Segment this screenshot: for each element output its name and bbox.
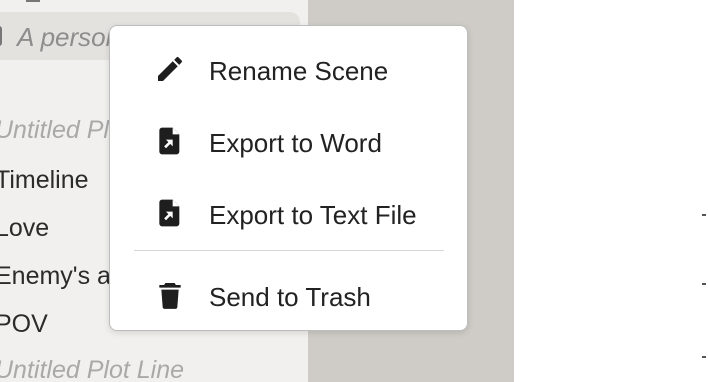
rename-scene-label: Rename Scene — [209, 56, 389, 86]
plot-line-item[interactable]: POV — [0, 310, 48, 339]
file-export-icon — [159, 199, 180, 227]
rename-scene-menu-item[interactable]: Rename Scene — [110, 40, 467, 100]
document-icon — [0, 26, 2, 46]
file-export-icon — [159, 127, 180, 155]
export-word-label: Export to Word — [209, 128, 382, 158]
plot-line-item[interactable]: Untitled Plot Line — [0, 356, 184, 382]
pencil-icon — [158, 56, 183, 81]
export-text-label: Export to Text File — [209, 200, 417, 230]
trash-icon — [159, 283, 181, 309]
export-word-menu-item[interactable]: Export to Word — [110, 112, 467, 172]
text-fragment — [702, 356, 706, 358]
text-fragment — [702, 214, 706, 216]
menu-divider — [134, 250, 444, 251]
plot-line-item[interactable]: Timeline — [0, 166, 89, 195]
editor-pane[interactable] — [514, 0, 708, 382]
clipped-element — [26, 0, 40, 2]
plot-line-item[interactable]: Love — [0, 214, 49, 243]
send-to-trash-menu-item[interactable]: Send to Trash — [110, 266, 467, 326]
context-menu: Rename Scene Export to Word Export to Te… — [109, 25, 468, 331]
send-to-trash-label: Send to Trash — [209, 282, 371, 312]
export-text-menu-item[interactable]: Export to Text File — [110, 184, 467, 244]
text-fragment — [702, 283, 706, 285]
